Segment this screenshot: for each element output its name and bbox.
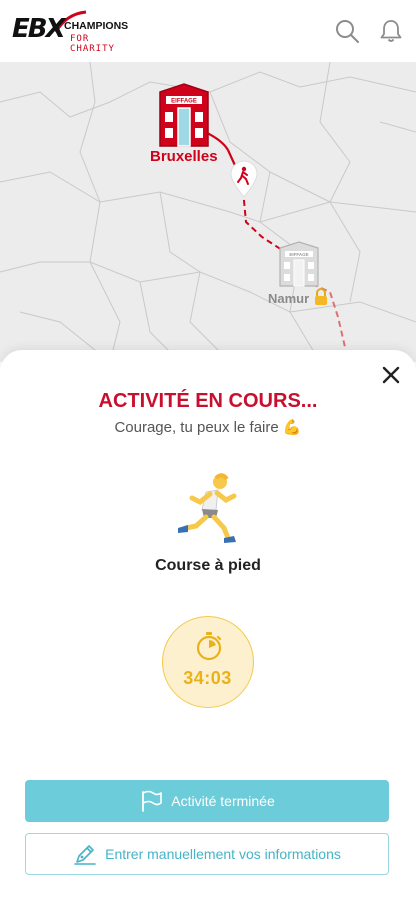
logo-champions-text: CHAMPIONS [64, 20, 129, 32]
close-icon[interactable] [380, 364, 402, 386]
ebx-logo[interactable]: EBX CHAMPIONS FOR CHARITY [12, 10, 132, 54]
activity-sheet: ACTIVITÉ EN COURS... Courage, tu peux le… [0, 350, 416, 900]
current-position-marker-icon[interactable] [229, 160, 259, 198]
bell-icon[interactable] [378, 18, 404, 44]
activity-subtitle: Courage, tu peux le faire 💪 [114, 419, 302, 436]
runner-icon [178, 473, 237, 543]
pen-icon [74, 845, 96, 865]
namur-sign-text: EIFFAGE [289, 252, 308, 257]
flag-icon [142, 790, 163, 812]
building-sign-text: EIFFAGE [171, 99, 197, 105]
activity-finished-label: Activité terminée [171, 793, 275, 809]
activity-title: ACTIVITÉ EN COURS... [98, 390, 318, 412]
bruxelles-building-icon[interactable]: EIFFAGE [154, 82, 214, 148]
manual-entry-label: Entrer manuellement vos informations [105, 846, 341, 862]
city-label-bruxelles: Bruxelles [150, 148, 218, 165]
route-map[interactable]: EIFFAGE Bruxelles EIFFAGE Namur [0, 62, 416, 362]
lock-icon [315, 288, 327, 305]
stopwatch-icon [196, 632, 222, 661]
search-icon[interactable] [334, 18, 360, 44]
timer-value: 34:03 [183, 668, 232, 688]
activity-timer: 34:03 [162, 616, 254, 708]
logo-charity-text: FOR CHARITY [70, 34, 115, 54]
namur-building-icon[interactable]: EIFFAGE [276, 240, 322, 288]
app-header: EBX CHAMPIONS FOR CHARITY [0, 0, 416, 62]
logo-ebx-text: EBX [12, 14, 66, 44]
activity-name: Course à pied [155, 557, 261, 574]
activity-finished-button[interactable]: Activité terminée [25, 780, 389, 822]
manual-entry-button[interactable]: Entrer manuellement vos informations [25, 833, 389, 875]
city-label-namur: Namur [268, 291, 310, 306]
